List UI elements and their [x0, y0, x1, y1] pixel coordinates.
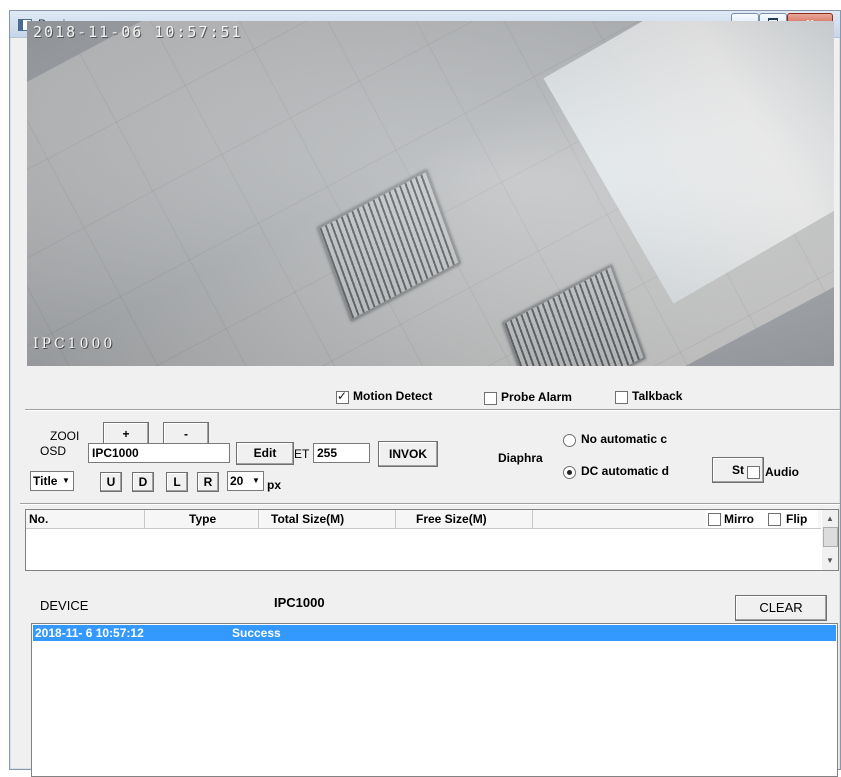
preset-input[interactable]: 255	[313, 443, 370, 463]
diaphragm-label: Diaphra	[498, 451, 543, 465]
column-header-type[interactable]: Type	[145, 510, 259, 528]
font-size-select-value: 20	[230, 474, 244, 488]
edit-button[interactable]: Edit	[236, 442, 294, 465]
device-name: IPC1000	[274, 595, 325, 610]
osd-down-button[interactable]: D	[132, 472, 154, 492]
probe-alarm-label: Probe Alarm	[501, 390, 572, 404]
osd-right-button[interactable]: R	[197, 472, 219, 492]
talkback-checkbox[interactable]	[615, 391, 628, 404]
dc-automatic-label: DC automatic d	[581, 464, 670, 478]
scroll-up-icon[interactable]: ▲	[822, 512, 838, 526]
invoke-button[interactable]: INVOK	[378, 441, 438, 467]
log-list[interactable]: 2018-11- 6 10:57:12 Success	[31, 623, 838, 777]
device-label: DEVICE	[40, 598, 89, 613]
column-header-free-size[interactable]: Free Size(M)	[396, 510, 533, 528]
mirror-label: Mirro	[724, 512, 754, 526]
osd-left-button[interactable]: L	[166, 472, 188, 492]
flip-checkbox[interactable]	[768, 513, 781, 526]
osd-up-button[interactable]: U	[100, 472, 122, 492]
osd-camera-name: IPC1000	[33, 336, 116, 352]
audio-checkbox[interactable]	[747, 466, 760, 479]
no-automatic-label: No automatic c	[581, 432, 668, 446]
no-automatic-radio[interactable]	[563, 434, 576, 447]
flip-label: Flip	[786, 512, 808, 526]
separator	[25, 409, 840, 411]
osd-text-input[interactable]: IPC1000	[88, 443, 230, 463]
dc-automatic-radio[interactable]	[563, 466, 576, 479]
video-preview[interactable]: 2018-11-06 10:57:51 IPC1000	[27, 21, 834, 366]
separator	[20, 503, 840, 505]
mirror-checkbox[interactable]	[708, 513, 721, 526]
font-size-select[interactable]: 20 ▼	[227, 471, 264, 491]
scroll-down-icon[interactable]: ▼	[822, 554, 838, 568]
table-header: No. Type Total Size(M) Free Size(M)	[26, 510, 821, 529]
desktop-edge	[0, 0, 9, 771]
motion-detect-checkbox[interactable]	[336, 389, 349, 404]
scroll-thumb[interactable]	[823, 527, 838, 547]
table-scrollbar[interactable]: ▲ ▼	[822, 510, 838, 570]
column-header-no[interactable]: No.	[26, 510, 145, 528]
title-select-value: Title	[33, 474, 58, 488]
preset-label: ET	[294, 447, 310, 461]
dropdown-arrow-icon: ▼	[252, 476, 260, 485]
title-select[interactable]: Title ▼	[30, 471, 74, 491]
storage-table[interactable]: No. Type Total Size(M) Free Size(M) Mirr…	[25, 509, 839, 571]
column-header-total-size[interactable]: Total Size(M)	[259, 510, 396, 528]
log-entry[interactable]: 2018-11- 6 10:57:12 Success	[33, 625, 836, 641]
motion-detect-label: Motion Detect	[353, 389, 433, 403]
talkback-label: Talkback	[632, 389, 683, 403]
osd-label: OSD	[40, 444, 67, 458]
mirror-flip-bar: Mirro Flip	[706, 510, 818, 528]
clear-button[interactable]: CLEAR	[735, 595, 827, 621]
probe-alarm-checkbox[interactable]	[484, 392, 497, 405]
video-shade	[27, 21, 834, 366]
px-label: px	[267, 478, 282, 492]
log-entry-status: Success	[232, 626, 281, 640]
audio-label: Audio	[765, 465, 799, 479]
zoom-label: ZOOI	[50, 429, 80, 443]
log-entry-time: 2018-11- 6 10:57:12	[35, 626, 144, 640]
osd-timestamp: 2018-11-06 10:57:51	[33, 23, 243, 41]
preview-window: Preview x 2018-11-06 10:57:51 IPC1000 Mo…	[9, 10, 841, 777]
dropdown-arrow-icon: ▼	[62, 476, 70, 485]
